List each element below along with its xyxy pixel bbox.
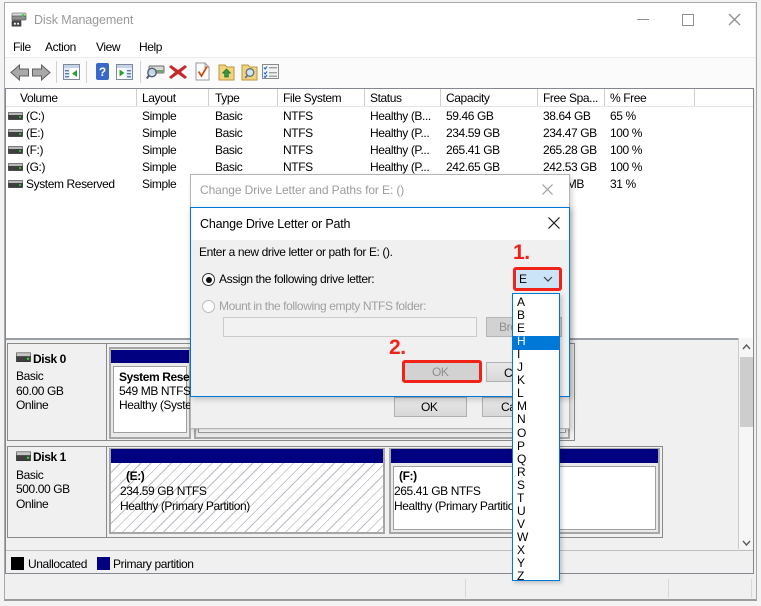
svg-text:?: ?: [99, 65, 106, 79]
